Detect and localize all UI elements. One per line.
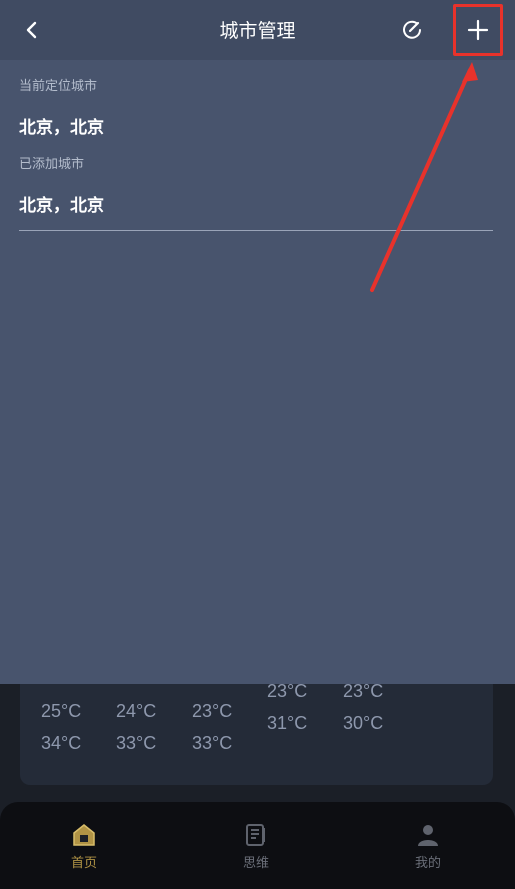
tab-label: 首页	[70, 856, 97, 871]
profile-icon	[418, 825, 438, 846]
bottom-tab-bar: 首页 思维 我的	[0, 802, 515, 889]
edit-button[interactable]	[392, 10, 432, 50]
forecast-high: 31°C	[267, 713, 308, 733]
edit-icon	[403, 20, 421, 39]
city-management-sheet: 城市管理 当前定位城市 北京，北京 已添加城市 北京，北京	[0, 0, 515, 684]
add-city-button[interactable]	[453, 4, 503, 56]
forecast-high: 33°C	[192, 733, 233, 753]
forecast-high: 33°C	[116, 733, 157, 753]
forecast-column: 23°C 33°C	[192, 695, 232, 759]
added-city-item[interactable]: 北京，北京	[19, 191, 104, 216]
home-icon	[73, 824, 95, 846]
current-city-item[interactable]: 北京，北京	[19, 113, 104, 138]
notebook-icon	[246, 824, 265, 846]
tab-thinking[interactable]: 思维	[216, 822, 296, 871]
forecast-low: 25°C	[41, 701, 82, 721]
forecast-column: 25°C 34°C	[41, 695, 81, 759]
forecast-low: 24°C	[116, 701, 157, 721]
header-bar: 城市管理	[0, 0, 515, 60]
added-cities-label: 已添加城市	[19, 157, 85, 172]
forecast-column: 23°C 30°C	[343, 675, 383, 739]
tab-home[interactable]: 首页	[44, 822, 124, 871]
tab-profile[interactable]: 我的	[388, 822, 468, 871]
page-title: 城市管理	[219, 20, 296, 42]
forecast-low: 23°C	[192, 701, 233, 721]
tab-label: 思维	[242, 856, 269, 871]
forecast-column: 24°C 33°C	[116, 695, 156, 759]
forecast-column: 23°C 31°C	[267, 675, 307, 739]
current-location-label: 当前定位城市	[19, 79, 98, 94]
list-divider	[19, 230, 493, 231]
plus-icon	[467, 19, 489, 41]
tab-label: 我的	[414, 856, 441, 871]
forecast-high: 34°C	[41, 733, 82, 753]
forecast-high: 30°C	[343, 713, 384, 733]
